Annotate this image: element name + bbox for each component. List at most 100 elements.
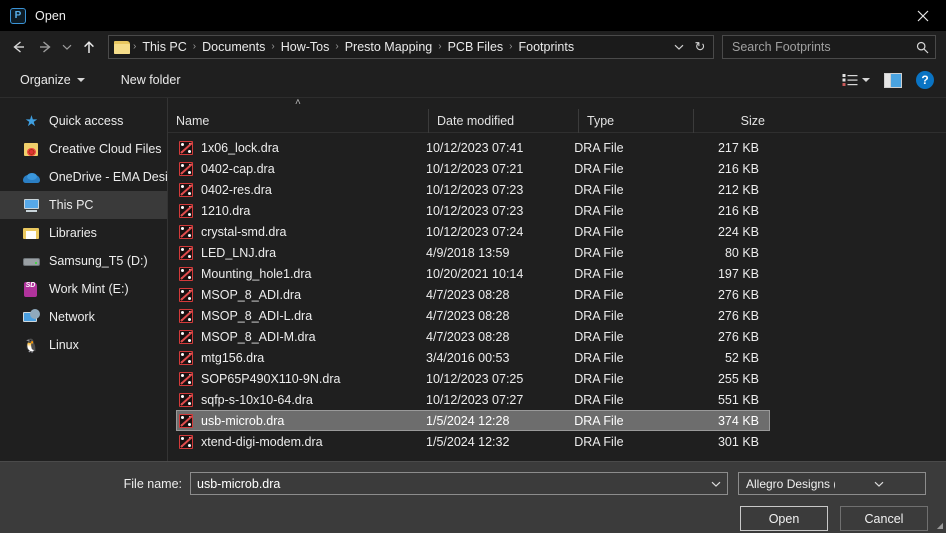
breadcrumb-item-pcb-files[interactable]: PCB Files (443, 36, 509, 58)
file-type-cell: DRA File (574, 266, 624, 281)
column-header-type[interactable]: Type (578, 108, 693, 133)
table-row[interactable]: usb-microb.dra 1/5/2024 12:28 DRA File 374 … (176, 410, 770, 431)
command-bar: Organize New folder ? (0, 63, 946, 97)
table-row[interactable]: mtg156.dra 3/4/2016 00:53 DRA File 52 KB (176, 347, 770, 368)
table-row[interactable]: 0402-res.dra 10/12/2023 07:23 DRA File 212 … (176, 179, 770, 200)
file-size-cell: 80 KB (724, 245, 759, 260)
sidebar-item-creative-cloud-files[interactable]: Creative Cloud Files (0, 135, 167, 163)
navigation-sidebar: ★ Quick access Creative Cloud Files OneD… (0, 98, 168, 461)
resize-grip[interactable]: ◢ (933, 521, 943, 531)
file-date-cell: 4/7/2023 08:28 (426, 308, 510, 323)
recent-locations-chevron-down-icon[interactable] (58, 34, 76, 60)
table-row[interactable]: MSOP_8_ADI-M.dra 4/7/2023 08:28 DRA File 27… (176, 326, 770, 347)
file-type-filter-dropdown[interactable]: Allegro Designs (*.dra *.brd) (738, 472, 926, 495)
back-arrow-icon[interactable] (6, 34, 32, 60)
table-row[interactable]: xtend-digi-modem.dra 1/5/2024 12:32 DRA Fi… (176, 431, 770, 452)
sidebar-item-libraries[interactable]: Libraries (0, 219, 167, 247)
file-type-cell: DRA File (574, 287, 624, 302)
help-button[interactable]: ? (916, 71, 934, 89)
sort-ascending-icon: ˄ (295, 97, 301, 108)
filename-chevron-down-icon[interactable] (707, 480, 725, 488)
dra-file-icon (179, 350, 193, 365)
file-type-cell: DRA File (574, 329, 624, 344)
file-type-cell: DRA File (574, 161, 624, 176)
table-row[interactable]: MSOP_8_ADI.dra 4/7/2023 08:28 DRA File 276 … (176, 284, 770, 305)
sidebar-item-quick-access[interactable]: ★ Quick access (0, 107, 167, 135)
table-row[interactable]: 1210.dra 10/12/2023 07:23 DRA File 216 KB (176, 200, 770, 221)
dra-file-icon (179, 371, 193, 386)
search-icon[interactable] (916, 41, 929, 54)
forward-arrow-icon[interactable] (32, 34, 58, 60)
organize-button[interactable]: Organize (14, 70, 91, 90)
new-folder-button[interactable]: New folder (115, 70, 187, 90)
file-type-cell: DRA File (574, 182, 624, 197)
sidebar-item-label: Linux (49, 338, 79, 352)
sidebar-item-linux[interactable]: 🐧 Linux (0, 331, 167, 359)
file-type-cell: DRA File (574, 140, 624, 155)
file-name-label: usb-microb.dra (201, 413, 285, 428)
sidebar-item-work-mint[interactable]: SD Work Mint (E:) (0, 275, 167, 303)
breadcrumb-item-documents[interactable]: Documents (197, 36, 270, 58)
file-size-cell: 374 KB (717, 413, 759, 428)
address-bar[interactable]: › This PC › Documents › How-Tos › Presto… (108, 35, 714, 59)
sort-indicator-row: ˄ (168, 98, 946, 109)
file-date-cell: 1/5/2024 12:32 (426, 434, 510, 449)
table-row[interactable]: MSOP_8_ADI-L.dra 4/7/2023 08:28 DRA File 27… (176, 305, 770, 326)
dra-file-icon (179, 161, 193, 176)
navigation-bar: › This PC › Documents › How-Tos › Presto… (0, 31, 946, 63)
breadcrumb-item-presto-mapping[interactable]: Presto Mapping (340, 36, 438, 58)
filter-chevron-down-icon[interactable] (835, 480, 924, 488)
cancel-button[interactable]: Cancel (840, 506, 928, 531)
breadcrumb-item-how-tos[interactable]: How-Tos (276, 36, 335, 58)
search-box[interactable] (722, 35, 936, 59)
network-icon (23, 308, 40, 326)
column-header-date-modified[interactable]: Date modified (428, 108, 578, 133)
file-type-filter-value: Allegro Designs (*.dra *.brd) (746, 476, 835, 491)
file-type-cell: DRA File (574, 392, 624, 407)
table-row[interactable]: Mounting_hole1.dra 10/20/2021 10:14 DRA Fi… (176, 263, 770, 284)
search-input[interactable] (732, 40, 916, 54)
table-row[interactable]: 1x06_lock.dra 10/12/2023 07:41 DRA File 217… (176, 137, 770, 158)
file-name-cell: LED_LNJ.dra (177, 245, 426, 260)
filename-field[interactable] (190, 472, 728, 495)
refresh-icon[interactable]: ↻ (689, 39, 711, 55)
command-bar-right: ? (842, 71, 934, 89)
breadcrumb-item-footprints[interactable]: Footprints (514, 36, 580, 58)
sidebar-item-this-pc[interactable]: This PC (0, 191, 167, 219)
preview-pane-icon[interactable] (884, 72, 902, 88)
window-title: Open (35, 8, 66, 23)
address-chevron-down-icon[interactable] (669, 43, 689, 51)
view-options-button[interactable] (842, 73, 870, 87)
column-header-name[interactable]: Name (168, 109, 428, 133)
file-name-cell: 1x06_lock.dra (177, 140, 426, 155)
sidebar-item-onedrive[interactable]: OneDrive - EMA Desi (0, 163, 167, 191)
sidebar-item-samsung-t5[interactable]: Samsung_T5 (D:) (0, 247, 167, 275)
file-date-cell: 4/7/2023 08:28 (426, 287, 510, 302)
sidebar-item-label: This PC (49, 198, 94, 212)
file-list-pane: ˄ Name Date modified Type Size 1x06_lock… (168, 98, 946, 461)
dra-file-icon (179, 392, 193, 407)
open-button[interactable]: Open (740, 506, 828, 531)
file-size-cell: 216 KB (717, 161, 759, 176)
file-type-cell: DRA File (574, 350, 624, 365)
file-name-cell: MSOP_8_ADI.dra (177, 287, 426, 302)
table-row[interactable]: crystal-smd.dra 10/12/2023 07:24 DRA File 2… (176, 221, 770, 242)
file-date-cell: 4/9/2018 13:59 (426, 245, 510, 260)
breadcrumb-item-this-pc[interactable]: This PC (137, 36, 191, 58)
file-name-label: MSOP_8_ADI.dra (201, 287, 302, 302)
dra-file-icon (179, 266, 193, 281)
sidebar-item-network[interactable]: Network (0, 303, 167, 331)
up-arrow-icon[interactable] (76, 34, 102, 60)
table-row[interactable]: LED_LNJ.dra 4/9/2018 13:59 DRA File 80 KB (176, 242, 770, 263)
column-header-size[interactable]: Size (693, 108, 775, 133)
filename-input[interactable] (197, 476, 707, 491)
presto-app-icon: P (10, 7, 26, 24)
file-name-cell: 1210.dra (177, 203, 426, 218)
sidebar-item-label: Libraries (49, 226, 97, 240)
table-row[interactable]: sqfp-s-10x10-64.dra 10/12/2023 07:27 DRA F… (176, 389, 770, 410)
table-row[interactable]: 0402-cap.dra 10/12/2023 07:21 DRA File 216 … (176, 158, 770, 179)
table-row[interactable]: SOP65P490X110-9N.dra 10/12/2023 07:25 DRA … (176, 368, 770, 389)
file-name-label: crystal-smd.dra (201, 224, 287, 239)
file-date-cell: 10/12/2023 07:23 (426, 203, 524, 218)
close-icon[interactable] (900, 0, 946, 31)
